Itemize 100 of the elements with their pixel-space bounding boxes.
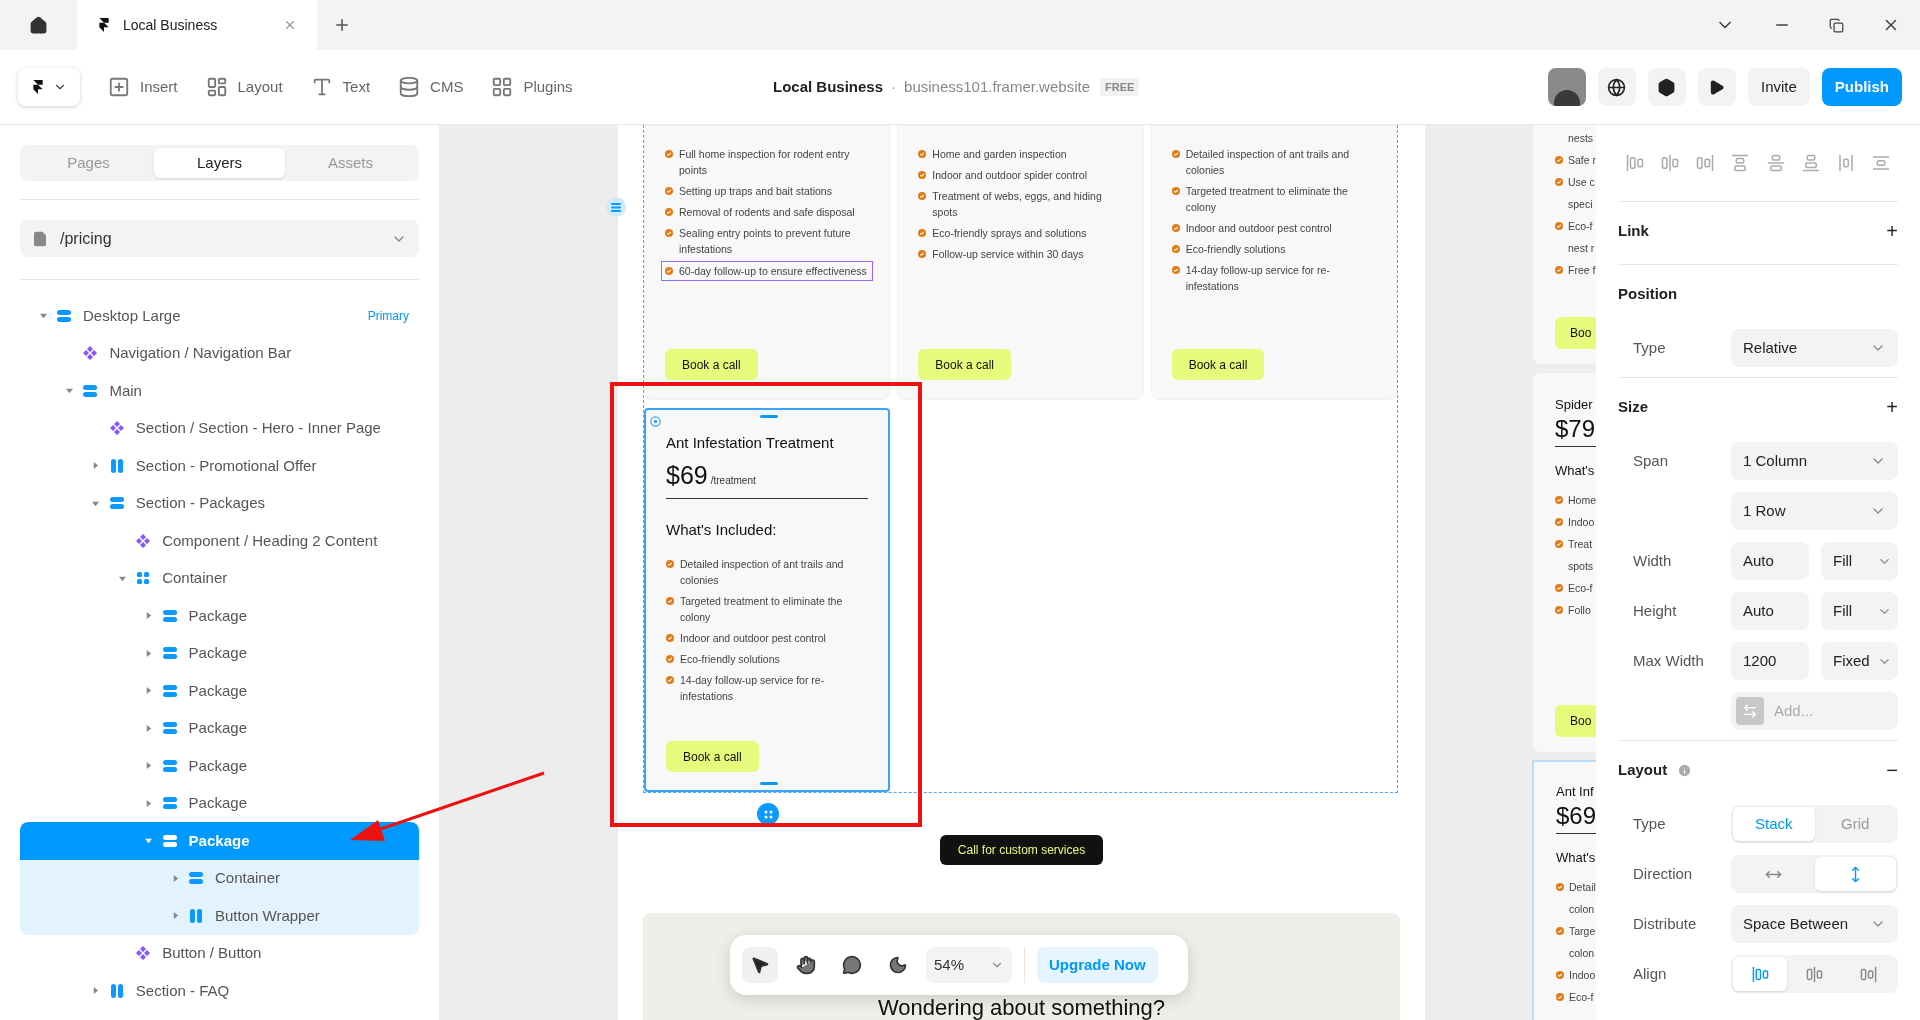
add-handle[interactable] bbox=[757, 803, 779, 825]
layer-row[interactable]: Section - Promotional Offer bbox=[20, 447, 419, 485]
canvas-tool[interactable] bbox=[742, 947, 778, 983]
restore-icon[interactable] bbox=[1829, 17, 1844, 33]
stack-icon bbox=[109, 497, 124, 510]
layer-row[interactable]: Section - FAQ bbox=[20, 972, 419, 1010]
check-icon bbox=[918, 150, 927, 158]
layer-row[interactable]: Package bbox=[20, 634, 419, 672]
stack-icon bbox=[57, 309, 71, 322]
distribute-horizontal-icon[interactable] bbox=[1836, 154, 1855, 172]
custom-services-button[interactable]: Call for custom services bbox=[939, 835, 1104, 865]
layer-row[interactable]: Button / Button bbox=[20, 934, 419, 972]
layer-row[interactable]: Container bbox=[20, 859, 419, 897]
distribute-vertical-icon[interactable] bbox=[1872, 154, 1890, 172]
resize-handle[interactable] bbox=[760, 782, 778, 785]
layer-row[interactable]: Package bbox=[20, 747, 419, 785]
book-call-button[interactable]: Book a call bbox=[666, 741, 759, 772]
book-call-button[interactable]: Boo bbox=[1555, 705, 1596, 737]
input-field[interactable]: 1200 bbox=[1731, 642, 1809, 680]
check-icon bbox=[665, 267, 673, 275]
page-select[interactable]: /pricing bbox=[20, 220, 419, 257]
panel-tab[interactable]: Layers bbox=[154, 148, 285, 178]
hand-icon bbox=[796, 955, 816, 975]
browser-tab[interactable]: Local Business bbox=[77, 0, 317, 50]
component-icon bbox=[136, 946, 151, 961]
layer-row[interactable]: Package bbox=[20, 597, 419, 635]
layer-row[interactable]: Package bbox=[20, 784, 419, 822]
layer-row[interactable]: Main bbox=[20, 372, 419, 410]
segment-button[interactable] bbox=[1733, 957, 1788, 991]
feature-text: Targeted treatment to eliminate the colony bbox=[680, 593, 844, 625]
select-field[interactable]: Fill bbox=[1821, 542, 1898, 580]
insert-icon bbox=[108, 76, 130, 98]
book-call-button[interactable]: Book a call bbox=[665, 349, 758, 380]
plugins-icon bbox=[491, 76, 514, 98]
select-field[interactable]: 1 Column bbox=[1731, 442, 1898, 480]
layout-handle[interactable] bbox=[606, 197, 626, 217]
property-label: Width bbox=[1632, 550, 1672, 571]
avatar bbox=[1547, 68, 1586, 106]
align-bottom-icon[interactable] bbox=[1801, 154, 1820, 172]
property-label: Max Width bbox=[1632, 650, 1704, 671]
book-call-button[interactable]: Book a call bbox=[1171, 349, 1265, 380]
property-label: Height bbox=[1632, 600, 1677, 621]
layer-row[interactable]: Component / Heading 2 Content bbox=[20, 522, 419, 560]
toolbar-tool[interactable]: CMS bbox=[398, 75, 464, 99]
layer-row[interactable]: Section - Packages bbox=[20, 484, 419, 522]
toolbar-tool[interactable]: Text bbox=[310, 75, 371, 99]
stack-icon bbox=[162, 684, 177, 697]
faq-heading: Wondering about something? bbox=[878, 997, 1165, 1020]
stack-icon bbox=[83, 384, 98, 397]
preview-button[interactable] bbox=[1697, 68, 1736, 106]
price-unit: /treatment bbox=[710, 473, 756, 488]
globe-button[interactable] bbox=[1597, 68, 1636, 106]
layer-row[interactable]: Navigation / Navigation Bar bbox=[20, 334, 419, 372]
input-field[interactable]: Auto bbox=[1731, 542, 1809, 580]
menu-button[interactable] bbox=[18, 68, 80, 106]
package-title: Ant Infestation Treatment bbox=[666, 433, 835, 453]
select-field[interactable]: Relative bbox=[1731, 329, 1898, 367]
layer-row[interactable]: Button Wrapper bbox=[20, 897, 419, 935]
align-right-icon[interactable] bbox=[1696, 154, 1715, 172]
property-label: Align bbox=[1632, 963, 1667, 984]
feature-text: Follo bbox=[1568, 603, 1591, 618]
select-field[interactable]: Space Between bbox=[1731, 905, 1898, 943]
select-field[interactable]: 1 Row bbox=[1731, 492, 1898, 530]
resize-handle[interactable] bbox=[760, 415, 778, 418]
new-tab-icon[interactable] bbox=[333, 16, 351, 34]
toolbar-tool[interactable]: Insert bbox=[108, 75, 178, 99]
feature-text: Indoo bbox=[1568, 515, 1595, 530]
check-icon bbox=[1555, 156, 1563, 164]
layer-row[interactable]: Container bbox=[20, 559, 419, 597]
select-field[interactable]: Fixed bbox=[1821, 642, 1898, 680]
zoom-select[interactable]: 54% bbox=[926, 947, 1012, 983]
layer-row[interactable]: Package bbox=[20, 709, 419, 747]
align-middle-icon[interactable] bbox=[1766, 154, 1785, 172]
toolbar-tool[interactable]: Layout bbox=[205, 75, 283, 99]
book-call-button[interactable]: Book a call bbox=[918, 349, 1012, 380]
property-label: Direction bbox=[1632, 863, 1693, 884]
layer-row[interactable]: Desktop Large Primary bbox=[20, 297, 419, 335]
stack-icon bbox=[162, 834, 177, 847]
layer-row[interactable]: Section / Section - Hero - Inner Page bbox=[20, 409, 419, 447]
settings-button[interactable] bbox=[1647, 68, 1686, 106]
book-call-button[interactable]: Boo bbox=[1555, 317, 1596, 349]
input-field[interactable]: Auto bbox=[1731, 592, 1809, 630]
file-icon bbox=[32, 230, 48, 247]
site-domain[interactable]: business101.framer.website bbox=[904, 75, 1090, 99]
align-left-icon[interactable] bbox=[1626, 154, 1644, 172]
toolbar-tool[interactable]: Plugins bbox=[491, 75, 573, 99]
property-label: Distribute bbox=[1632, 913, 1697, 934]
check-icon bbox=[665, 229, 673, 237]
check-icon bbox=[1556, 993, 1564, 1001]
select-field[interactable]: Fill bbox=[1821, 592, 1898, 630]
section-title: Position bbox=[1618, 283, 1678, 304]
align-top-icon[interactable] bbox=[1731, 154, 1750, 172]
section-action-icon[interactable]: + bbox=[1886, 216, 1898, 246]
layout-icon bbox=[205, 76, 228, 98]
layer-row[interactable]: Package bbox=[20, 672, 419, 710]
section-action-icon[interactable]: − bbox=[1886, 755, 1898, 785]
section-action-icon[interactable]: + bbox=[1886, 392, 1898, 422]
invite-button[interactable]: Invite bbox=[1747, 68, 1810, 106]
align-center-icon[interactable] bbox=[1661, 154, 1680, 172]
feature-text: Eco-friendly sprays and solutions bbox=[932, 226, 1087, 241]
